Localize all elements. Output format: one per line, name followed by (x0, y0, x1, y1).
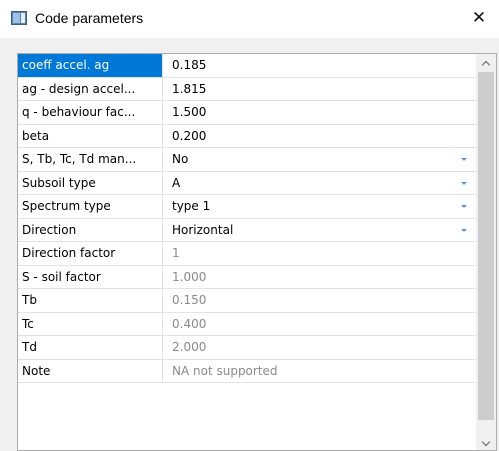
property-value-field[interactable]: 1.500 (163, 101, 476, 124)
property-row[interactable]: Note NA not supported (18, 359, 476, 383)
property-name[interactable]: S - soil factor (18, 265, 163, 288)
chevron-down-icon (460, 205, 467, 208)
property-name[interactable]: Direction (18, 218, 163, 241)
property-name[interactable]: Tb (18, 289, 163, 312)
property-value-text: 1.000 (172, 269, 207, 284)
dialog-client-area: coeff accel. ag 0.185 ag - design accel...… (0, 38, 499, 451)
close-icon: ✕ (471, 8, 487, 28)
chevron-down-icon (481, 437, 491, 446)
property-name[interactable]: q - behaviour fac... (18, 101, 163, 124)
property-name[interactable]: coeff accel. ag (18, 54, 163, 77)
property-name[interactable]: ag - design accel... (18, 77, 163, 100)
close-button[interactable]: ✕ (459, 0, 499, 36)
property-row[interactable]: Td 2.000 (18, 336, 476, 360)
property-value-select[interactable]: type 1 (163, 195, 476, 218)
dropdown-button[interactable] (455, 222, 472, 239)
title-bar: Code parameters ✕ (0, 0, 499, 38)
property-grid-rows: coeff accel. ag 0.185 ag - design accel...… (18, 54, 476, 383)
property-value-field: 0.150 (163, 289, 476, 312)
vertical-scrollbar[interactable] (476, 54, 496, 450)
property-value-text: 0.150 (172, 293, 207, 308)
property-name[interactable]: Direction factor (18, 242, 163, 265)
property-value-text: 0.185 (172, 58, 207, 73)
property-value-text: A (172, 175, 181, 190)
property-value-text: 2.000 (172, 340, 207, 355)
property-name[interactable]: Note (18, 359, 163, 382)
property-value-text: Horizontal (172, 222, 234, 237)
property-value-text: 1.815 (172, 81, 207, 96)
property-value-text: No (172, 152, 189, 167)
property-row[interactable]: S - soil factor 1.000 (18, 265, 476, 289)
property-row[interactable]: Subsoil type A (18, 171, 476, 195)
dropdown-button[interactable] (455, 175, 472, 192)
property-name[interactable]: Spectrum type (18, 195, 163, 218)
property-value-text: NA not supported (172, 363, 278, 378)
property-value-text: 1 (172, 246, 180, 261)
property-row[interactable]: ag - design accel... 1.815 (18, 77, 476, 101)
property-value-select[interactable]: Horizontal (163, 219, 476, 242)
property-name[interactable]: S, Tb, Tc, Td man... (18, 148, 163, 171)
scroll-up-button[interactable] (476, 54, 496, 71)
property-name[interactable]: Td (18, 336, 163, 359)
chevron-down-icon (460, 181, 467, 185)
property-value-text: 1.500 (172, 105, 207, 120)
property-value-field[interactable]: 0.200 (163, 125, 476, 148)
property-row[interactable]: beta 0.200 (18, 124, 476, 148)
chevron-down-icon (460, 228, 467, 232)
property-value-text: 0.400 (172, 316, 207, 331)
property-value-field: 2.000 (163, 336, 476, 359)
property-row[interactable]: Tb 0.150 (18, 289, 476, 313)
property-grid: coeff accel. ag 0.185 ag - design accel...… (17, 53, 497, 451)
property-row[interactable]: Spectrum type type 1 (18, 195, 476, 219)
window-icon (11, 11, 27, 25)
property-name[interactable]: Subsoil type (18, 171, 163, 194)
property-value-field[interactable]: 0.185 (163, 54, 476, 77)
property-row[interactable]: q - behaviour fac... 1.500 (18, 101, 476, 125)
property-value-select[interactable]: A (163, 172, 476, 195)
property-value-field[interactable]: 1.815 (163, 78, 476, 101)
window-title: Code parameters (35, 10, 144, 26)
property-value-text: 0.200 (172, 128, 207, 143)
property-row[interactable]: Direction Horizontal (18, 218, 476, 242)
property-value-field: 1 (163, 242, 476, 265)
property-value-select[interactable]: No (163, 148, 476, 171)
property-row[interactable]: Tc 0.400 (18, 312, 476, 336)
scroll-down-button[interactable] (476, 435, 496, 450)
property-row[interactable]: Direction factor 1 (18, 242, 476, 266)
property-name[interactable]: beta (18, 124, 163, 147)
scrollbar-thumb[interactable] (478, 72, 494, 420)
dropdown-button[interactable] (455, 151, 472, 168)
property-value-text: type 1 (172, 199, 211, 214)
property-value-field: NA not supported (163, 360, 476, 383)
property-row[interactable]: coeff accel. ag 0.185 (18, 54, 476, 78)
property-value-field: 0.400 (163, 313, 476, 336)
property-row[interactable]: S, Tb, Tc, Td man... No (18, 148, 476, 172)
property-name[interactable]: Tc (18, 312, 163, 335)
dropdown-button[interactable] (455, 198, 472, 215)
chevron-down-icon (460, 158, 467, 161)
property-value-field: 1.000 (163, 266, 476, 289)
chevron-up-icon (481, 60, 491, 69)
